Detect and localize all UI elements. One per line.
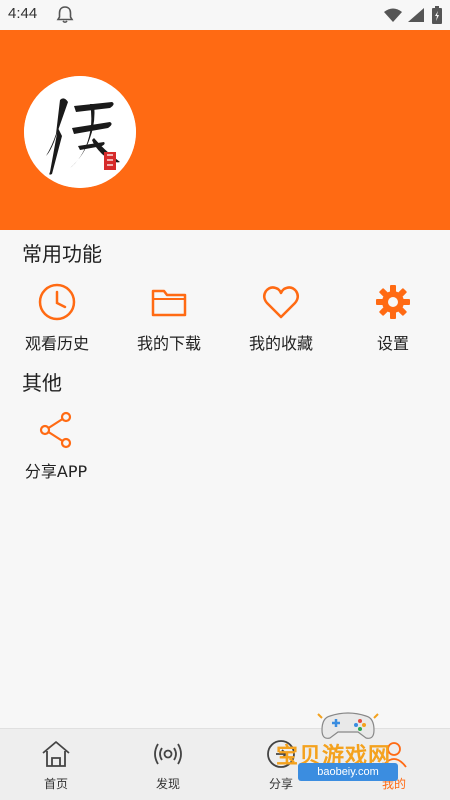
clock-icon xyxy=(38,283,76,321)
status-time: 4:44 xyxy=(8,5,38,22)
heart-icon xyxy=(263,286,299,319)
nav-item-discover[interactable]: 发现 xyxy=(112,729,224,800)
section-title-common: 常用功能 xyxy=(22,242,102,266)
wifi-icon xyxy=(384,8,402,22)
broadcast-icon xyxy=(154,743,182,765)
calligraphy-logo-icon xyxy=(24,76,136,188)
nav-label-home: 首页 xyxy=(43,777,68,791)
notification-bell-icon xyxy=(56,6,74,24)
nav-label-discover: 发现 xyxy=(155,777,180,791)
status-bar: 4:44 xyxy=(0,0,450,30)
avatar[interactable] xyxy=(24,76,136,188)
my-favorites-button[interactable]: 我的收藏 xyxy=(231,282,331,362)
gamepad-icon xyxy=(317,712,379,739)
watermark-url: baobeiy.com xyxy=(298,763,398,781)
share-app-button[interactable]: 分享APP xyxy=(6,410,106,490)
gear-icon xyxy=(376,285,410,319)
share-icon xyxy=(39,411,72,449)
watermark: 宝贝游戏网 baobeiy.com xyxy=(276,706,426,786)
signal-icon xyxy=(408,8,424,22)
my-favorites-label: 我的收藏 xyxy=(248,334,313,353)
nav-item-home[interactable]: 首页 xyxy=(0,729,112,800)
my-downloads-label: 我的下载 xyxy=(136,334,201,353)
share-app-label: 分享APP xyxy=(24,462,88,481)
settings-label: 设置 xyxy=(376,334,409,353)
profile-header xyxy=(0,30,450,230)
home-icon xyxy=(42,741,70,767)
folder-icon xyxy=(151,289,187,317)
watch-history-button[interactable]: 观看历史 xyxy=(7,282,107,362)
battery-icon xyxy=(432,6,442,24)
my-downloads-button[interactable]: 我的下载 xyxy=(119,282,219,362)
section-title-other: 其他 xyxy=(22,371,62,395)
settings-button[interactable]: 设置 xyxy=(343,282,443,362)
watch-history-label: 观看历史 xyxy=(24,334,89,353)
